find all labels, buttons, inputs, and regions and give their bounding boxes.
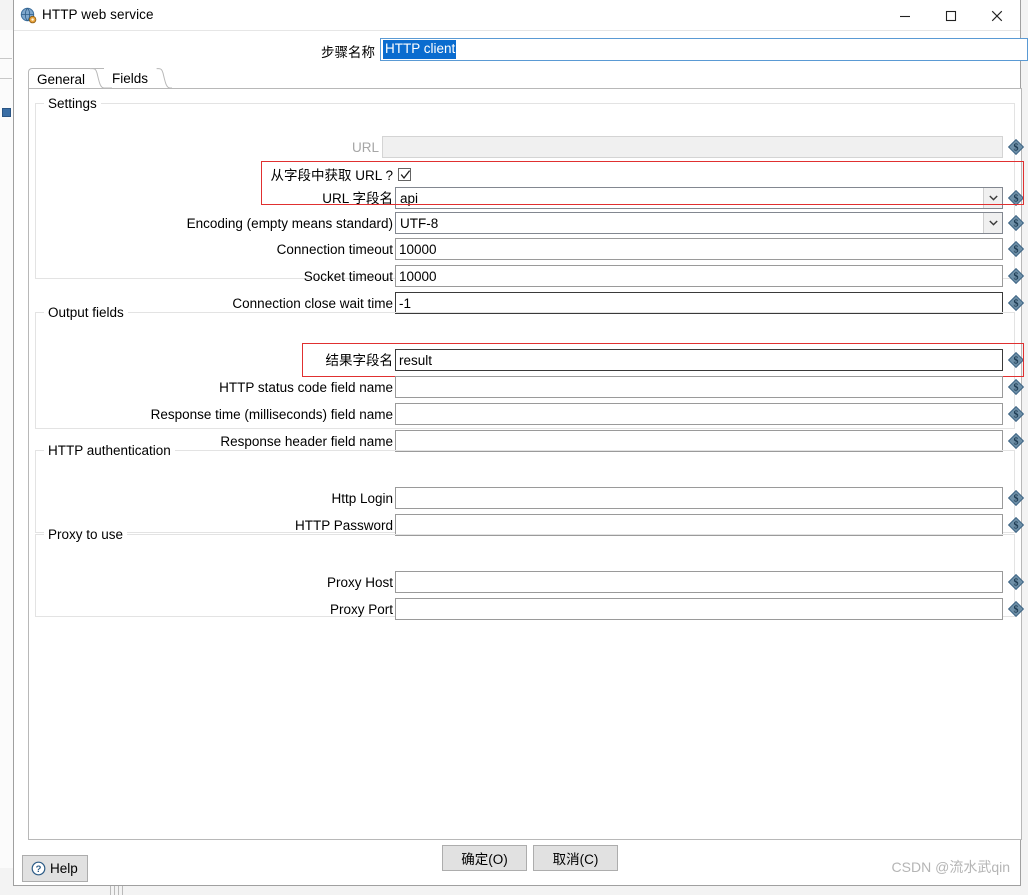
input-proxy-host[interactable] bbox=[395, 571, 1003, 593]
group-settings-title: Settings bbox=[44, 96, 101, 111]
input-response-time-field-name[interactable] bbox=[395, 403, 1003, 425]
group-http-authentication-title: HTTP authentication bbox=[44, 443, 175, 458]
background-divider-1 bbox=[0, 58, 12, 59]
svg-text:$: $ bbox=[1014, 605, 1019, 616]
variable-icon-response-header[interactable]: $ bbox=[1007, 432, 1025, 450]
label-connection-timeout: Connection timeout bbox=[276, 242, 393, 257]
svg-text:$: $ bbox=[1014, 578, 1019, 589]
tab-strip: General Fields bbox=[28, 68, 1022, 89]
label-socket-timeout: Socket timeout bbox=[303, 269, 393, 284]
svg-text:$: $ bbox=[1014, 410, 1019, 421]
variable-icon-http-status-code[interactable]: $ bbox=[1007, 378, 1025, 396]
input-result-field-name[interactable]: result bbox=[395, 349, 1003, 371]
label-get-url-from-field: 从字段中获取 URL ? bbox=[270, 168, 393, 183]
globe-gear-icon bbox=[20, 7, 37, 24]
svg-text:$: $ bbox=[1014, 299, 1019, 310]
step-name-row: 步骤名称 HTTP client bbox=[14, 38, 1028, 62]
watermark: CSDN @流水武qin bbox=[891, 859, 1010, 875]
svg-text:$: $ bbox=[1014, 245, 1019, 256]
background-tree-node bbox=[2, 108, 11, 117]
input-http-login[interactable] bbox=[395, 487, 1003, 509]
cancel-button-label: 取消(C) bbox=[552, 852, 599, 867]
variable-icon-socket-timeout[interactable]: $ bbox=[1007, 267, 1025, 285]
variable-icon-connection-timeout[interactable]: $ bbox=[1007, 240, 1025, 258]
help-button[interactable]: ? Help bbox=[22, 855, 88, 882]
title-bar: HTTP web service bbox=[14, 0, 1020, 31]
input-socket-timeout[interactable]: 10000 bbox=[395, 265, 1003, 287]
ok-button-label: 确定(O) bbox=[461, 852, 508, 867]
tab-fields-slant bbox=[156, 68, 172, 89]
group-proxy-to-use-title: Proxy to use bbox=[44, 527, 128, 542]
minimize-button[interactable] bbox=[882, 0, 928, 31]
help-button-label: Help bbox=[50, 861, 78, 876]
label-http-login: Http Login bbox=[331, 491, 393, 506]
background-divider-2 bbox=[0, 78, 12, 79]
variable-icon-response-time[interactable]: $ bbox=[1007, 405, 1025, 423]
label-encoding: Encoding (empty means standard) bbox=[186, 216, 393, 231]
svg-text:$: $ bbox=[1014, 219, 1019, 230]
svg-text:$: $ bbox=[1014, 521, 1019, 532]
svg-text:?: ? bbox=[36, 864, 42, 875]
variable-icon-result-field-name[interactable]: $ bbox=[1007, 351, 1025, 369]
variable-icon-url[interactable]: $ bbox=[1007, 138, 1025, 156]
svg-text:$: $ bbox=[1014, 194, 1019, 205]
chevron-down-icon[interactable] bbox=[983, 213, 1002, 233]
label-connection-close-wait-time: Connection close wait time bbox=[232, 296, 393, 311]
label-url: URL bbox=[351, 140, 379, 155]
input-connection-close-wait-time[interactable]: -1 bbox=[395, 292, 1003, 314]
question-circle-icon: ? bbox=[31, 861, 46, 876]
label-url-field-name: URL 字段名 bbox=[322, 191, 393, 206]
input-http-password[interactable] bbox=[395, 514, 1003, 536]
variable-icon-proxy-host[interactable]: $ bbox=[1007, 573, 1025, 591]
tab-fields-label: Fields bbox=[112, 71, 149, 86]
cancel-button[interactable]: 取消(C) bbox=[533, 845, 618, 871]
label-proxy-port: Proxy Port bbox=[329, 602, 393, 617]
combo-url-field-name[interactable]: api bbox=[395, 187, 1003, 209]
window-title: HTTP web service bbox=[42, 7, 154, 22]
checkbox-get-url-from-field[interactable] bbox=[398, 168, 411, 181]
input-response-header-field-name[interactable] bbox=[395, 430, 1003, 452]
variable-icon-encoding[interactable]: $ bbox=[1007, 214, 1025, 232]
input-url[interactable] bbox=[382, 136, 1003, 158]
label-result-field-name: 结果字段名 bbox=[325, 353, 394, 368]
step-name-input[interactable]: HTTP client bbox=[380, 38, 1028, 61]
label-response-header-field-name: Response header field name bbox=[220, 434, 393, 449]
label-http-password: HTTP Password bbox=[294, 518, 393, 533]
background-window-panel bbox=[0, 30, 14, 868]
combo-url-field-name-value: api bbox=[400, 190, 419, 206]
http-web-service-dialog: HTTP web service 步骤名称 HTTP client Genera… bbox=[13, 0, 1028, 886]
combo-encoding[interactable]: UTF-8 bbox=[395, 212, 1003, 234]
variable-icon-http-password[interactable]: $ bbox=[1007, 516, 1025, 534]
label-proxy-host: Proxy Host bbox=[326, 575, 393, 590]
tab-general-label: General bbox=[37, 71, 86, 87]
svg-text:$: $ bbox=[1014, 383, 1019, 394]
input-http-status-code-field-name[interactable] bbox=[395, 376, 1003, 398]
chevron-down-icon[interactable] bbox=[983, 188, 1002, 208]
combo-encoding-value: UTF-8 bbox=[400, 215, 439, 231]
svg-text:$: $ bbox=[1014, 356, 1019, 367]
label-http-status-code-field-name: HTTP status code field name bbox=[219, 380, 393, 395]
svg-text:$: $ bbox=[1014, 437, 1019, 448]
tab-content-general: Settings URL $ 从字段中获取 URL ? URL 字段名 api … bbox=[28, 89, 1025, 840]
input-connection-timeout[interactable]: 10000 bbox=[395, 238, 1003, 260]
svg-text:$: $ bbox=[1014, 143, 1019, 154]
step-name-label: 步骤名称 bbox=[321, 45, 375, 60]
svg-text:$: $ bbox=[1014, 272, 1019, 283]
variable-icon-url-field-name[interactable]: $ bbox=[1007, 189, 1025, 207]
svg-text:$: $ bbox=[1014, 494, 1019, 505]
ok-button[interactable]: 确定(O) bbox=[442, 845, 527, 871]
label-response-time-field-name: Response time (milliseconds) field name bbox=[150, 407, 393, 422]
variable-icon-proxy-port[interactable]: $ bbox=[1007, 600, 1025, 618]
input-proxy-port[interactable] bbox=[395, 598, 1003, 620]
close-button[interactable] bbox=[974, 0, 1020, 31]
group-output-fields-title: Output fields bbox=[44, 305, 128, 320]
step-name-value: HTTP client bbox=[383, 40, 457, 59]
tab-folder: General Fields Settings URL $ 从字段中获取 URL… bbox=[28, 68, 1025, 840]
variable-icon-http-login[interactable]: $ bbox=[1007, 489, 1025, 507]
maximize-button[interactable] bbox=[928, 0, 974, 31]
variable-icon-connection-close-wait-time[interactable]: $ bbox=[1007, 294, 1025, 312]
